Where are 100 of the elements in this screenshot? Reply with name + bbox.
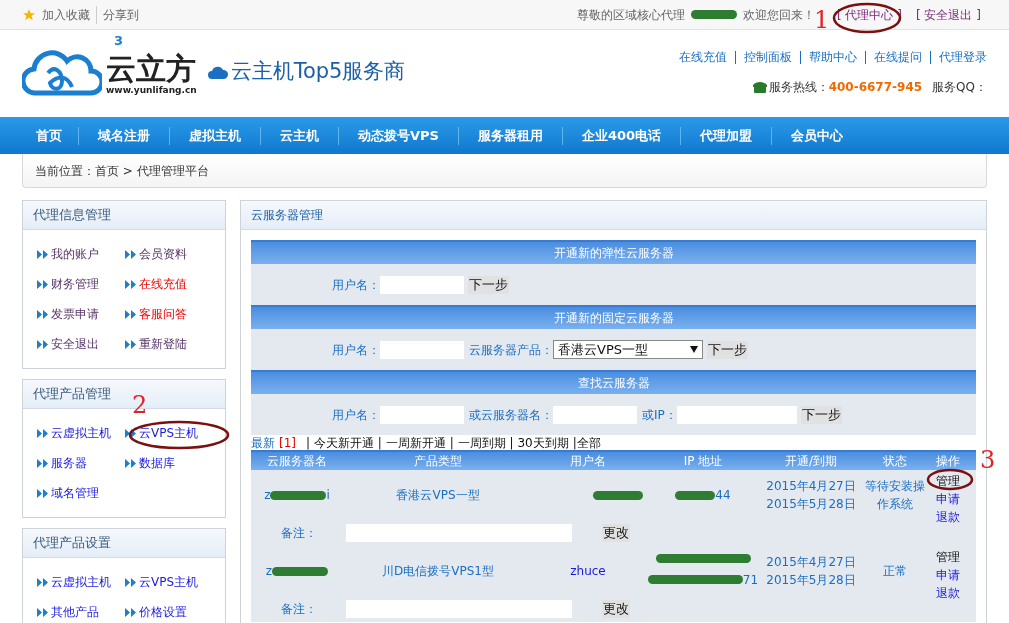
- logo-url: www.yunlifang.cn: [106, 84, 197, 97]
- sidebar-link[interactable]: 发票申请: [36, 305, 124, 323]
- nav-item[interactable]: 服务器租用: [458, 125, 562, 146]
- filter-link[interactable]: | 30天到期: [509, 433, 569, 452]
- action-link[interactable]: 退款: [936, 510, 960, 524]
- filter-link[interactable]: |全部: [572, 433, 601, 452]
- expiry-date: 2015年5月28日: [766, 496, 856, 513]
- field-label: 或IP：: [642, 406, 677, 424]
- header-link[interactable]: 控制面板: [735, 50, 792, 64]
- sidebar-link[interactable]: 会员资料: [124, 245, 212, 263]
- cloud-logo-icon: [22, 49, 102, 97]
- action-link[interactable]: 管理: [936, 550, 960, 564]
- sidebar-link[interactable]: 服务器: [36, 454, 124, 472]
- nav-item[interactable]: 代理加盟: [681, 125, 772, 146]
- filter-link[interactable]: | 一周到期: [449, 433, 506, 452]
- double-arrow-icon: [124, 279, 138, 289]
- header-link[interactable]: 在线充值: [679, 50, 727, 64]
- input-field[interactable]: [380, 275, 464, 294]
- open-date: 2015年4月27日: [766, 554, 856, 571]
- sidebar-link[interactable]: 云VPS主机: [124, 573, 212, 591]
- server-name[interactable]: z: [265, 562, 273, 580]
- sidebar-link[interactable]: 安全退出: [36, 335, 124, 353]
- product-dropdown[interactable]: 香港云VPS一型: [553, 340, 703, 359]
- header-link[interactable]: [ 安全退出 ]: [916, 5, 981, 24]
- sidebar-link[interactable]: 其他产品: [36, 603, 124, 621]
- header-link[interactable]: 在线提问: [865, 50, 922, 64]
- nav-item[interactable]: 首页: [20, 125, 78, 146]
- next-button[interactable]: 下一步: [468, 275, 509, 294]
- column-header: 产品类型: [413, 453, 463, 470]
- input-field[interactable]: [676, 405, 797, 424]
- action-link[interactable]: 申请: [936, 568, 960, 582]
- input-field[interactable]: [380, 340, 464, 359]
- note-field[interactable]: [346, 600, 572, 618]
- double-arrow-icon: [124, 339, 138, 349]
- sidebar-link[interactable]: 云虚拟主机: [36, 573, 124, 591]
- sidebar-link[interactable]: 数据库: [124, 454, 212, 472]
- hotline-label: 服务热线：: [768, 78, 829, 96]
- header-link[interactable]: 代理登录: [930, 50, 987, 64]
- action-link[interactable]: 退款: [936, 586, 960, 600]
- next-button[interactable]: 下一步: [800, 405, 842, 424]
- panel-title: 代理产品设置: [33, 534, 111, 553]
- filter-link[interactable]: | 一周新开通: [377, 433, 446, 452]
- update-button[interactable]: 更改: [602, 524, 630, 542]
- sidebar-link[interactable]: 重新登陆: [124, 335, 212, 353]
- annotation-number: 1: [814, 8, 830, 32]
- dropdown-caret-icon: [690, 346, 698, 353]
- redaction-mark: [675, 490, 716, 500]
- double-arrow-icon: [124, 309, 138, 319]
- double-arrow-icon: [36, 607, 50, 617]
- input-field[interactable]: [553, 405, 637, 424]
- redaction-mark: [270, 490, 327, 500]
- status-text: 正常: [882, 563, 908, 580]
- user-link[interactable]: zhuce: [570, 562, 606, 580]
- field-label: 或云服务器名：: [469, 406, 553, 424]
- sidebar-link[interactable]: 价格设置: [124, 603, 212, 621]
- sidebar-link[interactable]: 域名管理: [36, 484, 124, 502]
- field-label: 云服务器产品：: [469, 341, 553, 359]
- filter-link[interactable]: | 今天新开通: [306, 433, 374, 452]
- double-arrow-icon: [36, 279, 50, 289]
- input-field[interactable]: [380, 405, 464, 424]
- section-title: 查找云服务器: [577, 375, 650, 392]
- double-arrow-icon: [124, 607, 138, 617]
- nav-item[interactable]: 云主机: [261, 125, 338, 146]
- top-link[interactable]: 分享到: [96, 5, 139, 24]
- sidebar-link[interactable]: 在线充值: [124, 275, 212, 293]
- nav-item[interactable]: 动态拨号VPS: [339, 125, 458, 146]
- star-icon[interactable]: [22, 7, 36, 22]
- panel-title: 云服务器管理: [251, 207, 323, 224]
- nav-item[interactable]: 虚拟主机: [170, 125, 260, 146]
- update-button[interactable]: 更改: [602, 600, 630, 618]
- nav-item[interactable]: 域名注册: [79, 125, 169, 146]
- double-arrow-icon: [124, 249, 138, 259]
- sidebar-link[interactable]: 云虚拟主机: [36, 424, 124, 442]
- sidebar-link[interactable]: 客服问答: [124, 305, 212, 323]
- field-label: 用户名：: [332, 276, 380, 294]
- sidebar-link[interactable]: 云VPS主机: [124, 424, 212, 442]
- sidebar-link[interactable]: 财务管理: [36, 275, 124, 293]
- annotation-ellipse: [926, 468, 974, 491]
- nav-item[interactable]: 企业400电话: [562, 125, 681, 146]
- column-header: IP 地址: [682, 453, 724, 470]
- column-header: 云服务器名: [266, 453, 328, 470]
- filter-link[interactable]: 最新: [251, 433, 275, 452]
- server-name[interactable]: i: [326, 486, 330, 504]
- action-link[interactable]: 申请: [936, 492, 960, 506]
- hotline-number: 400-6677-945: [828, 78, 923, 96]
- slogan-text: 云主机Top5服务商: [230, 58, 406, 86]
- note-field[interactable]: [346, 524, 572, 542]
- top-link[interactable]: 加入收藏: [42, 5, 90, 24]
- ip-address: 44: [715, 487, 731, 504]
- double-arrow-icon: [36, 577, 50, 587]
- next-button[interactable]: 下一步: [707, 340, 748, 359]
- product-type: 香港云VPS一型: [395, 487, 481, 504]
- server-name[interactable]: z: [264, 486, 271, 504]
- note-label: 备注：: [279, 601, 318, 618]
- sidebar-link[interactable]: 我的账户: [36, 245, 124, 263]
- logo-superscript: 3: [114, 34, 124, 47]
- header-link[interactable]: 帮助中心: [800, 50, 857, 64]
- double-arrow-icon: [36, 249, 50, 259]
- nav-item[interactable]: 会员中心: [772, 125, 863, 146]
- redaction-mark: [593, 490, 643, 500]
